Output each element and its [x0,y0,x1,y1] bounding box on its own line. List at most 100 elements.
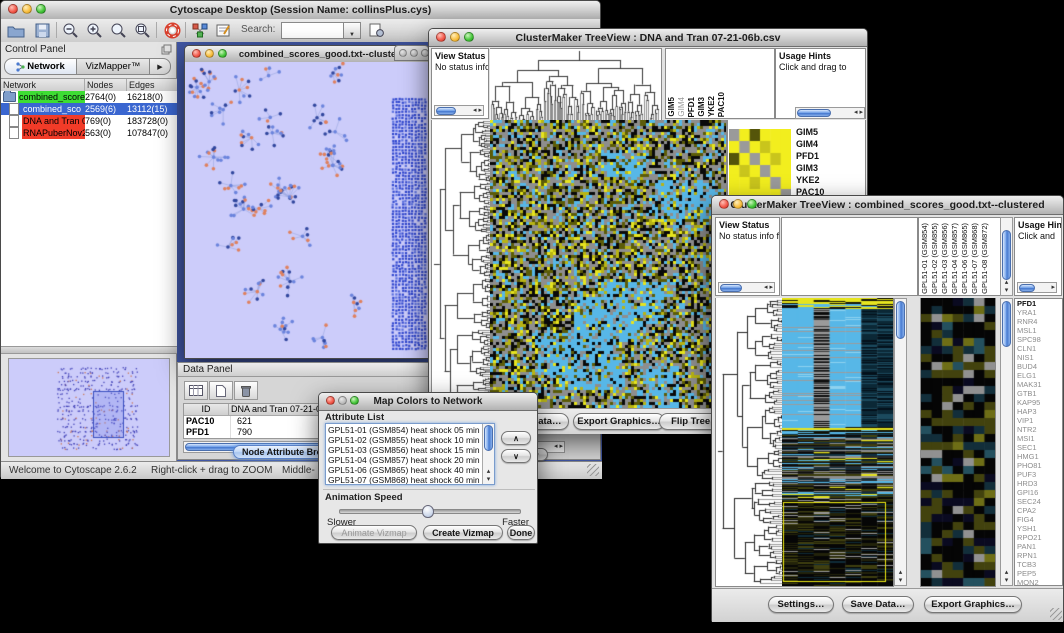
main-titlebar[interactable]: Cytoscape Desktop (Session Name: collins… [1,1,600,20]
zoom-hscrollbar[interactable]: ◂ ▸ [795,107,865,119]
attribute-select-button[interactable] [184,381,208,400]
birdseye-view[interactable] [8,358,170,457]
close-icon[interactable] [326,396,335,405]
row-label[interactable]: YKE2 [796,174,862,186]
gene-list-vscrollbar[interactable]: ▴▾ [1000,298,1013,586]
row-label[interactable]: GIM3 [796,162,862,174]
column-labels-vscrollbar[interactable]: ▴▾ [1000,217,1013,296]
tab-network[interactable]: Network [4,58,77,75]
move-up-button[interactable]: ∧ [501,431,531,445]
create-vizmap-button[interactable]: Create Vizmap [423,525,503,540]
gene-label[interactable]: MON2 [1017,578,1062,586]
gene-label[interactable]: KAP95 [1017,398,1062,407]
column-dendrogram[interactable] [490,48,662,121]
attribute-list-item[interactable]: GPL51-04 (GSM857) heat shock 20 min [328,455,492,465]
scrollbar-thumb[interactable] [484,425,493,451]
gene-label[interactable]: GPI16 [1017,488,1062,497]
close-icon[interactable] [192,49,201,58]
gene-label[interactable]: FIG4 [1017,515,1062,524]
gene-label[interactable]: VIP1 [1017,416,1062,425]
network-canvas[interactable] [185,62,428,358]
gene-label[interactable]: HMG1 [1017,452,1062,461]
column-header-edges[interactable]: Edges [127,79,177,91]
tab-overflow-button[interactable]: ▶ [149,58,171,75]
gene-label[interactable]: NTR2 [1017,425,1062,434]
column-label[interactable]: GIM5 [667,97,676,117]
scroll-down-icon[interactable]: ▾ [899,577,903,584]
column-label[interactable]: GIM3 [697,97,706,117]
column-header-network[interactable]: Network [1,79,85,91]
main-heatmap[interactable] [490,120,727,409]
minimize-icon[interactable] [338,396,347,405]
gene-label[interactable]: PUF3 [1017,470,1062,479]
scrollbar-thumb[interactable] [1019,284,1035,292]
view-status-hscrollbar[interactable]: ◂ ▸ [718,282,775,293]
zoom-out-button[interactable] [59,21,81,40]
usage-hints-hscrollbar[interactable]: ▸ [1017,282,1057,293]
scroll-right-icon[interactable]: ▸ [768,283,774,293]
move-down-button[interactable]: ∨ [501,449,531,463]
export-graphics-button[interactable]: Export Graphics… [924,596,1022,613]
gene-label[interactable]: PHO81 [1017,461,1062,470]
column-label[interactable]: YKE2 [707,96,716,117]
search-input[interactable] [281,22,345,39]
network-table-row[interactable]: DNA and Tran 07 769(0) 183728(0) [1,115,177,127]
treeview1-titlebar[interactable]: ClusterMaker TreeView : DNA and Tran 07-… [429,29,867,47]
close-icon[interactable] [8,4,18,14]
gene-label[interactable]: CLN1 [1017,344,1062,353]
scrollbar-thumb[interactable] [1002,230,1011,280]
delete-attribute-button[interactable] [234,381,258,400]
column-label[interactable]: GPL51-08 (GSM872) [980,223,989,294]
resize-grip[interactable] [587,464,599,476]
gene-label[interactable]: GTB1 [1017,389,1062,398]
datapanel-id-header[interactable]: ID [184,404,229,415]
dialog-titlebar[interactable]: Map Colors to Network [319,393,537,411]
save-data-button[interactable]: Save Data… [842,596,914,613]
gene-label[interactable]: HRD3 [1017,479,1062,488]
attribute-list-item[interactable]: GPL51-02 (GSM855) heat shock 10 min [328,435,492,445]
search-dropdown-button[interactable]: ▼ [343,22,361,39]
network-table-row[interactable]: RNAPuberNov2+! 563(0) 107847(0) [1,127,177,139]
network-view-titlebar[interactable]: combined_scores_good.txt--cluste... [185,46,428,63]
column-label[interactable]: PFD1 [687,97,696,117]
gene-label[interactable]: RPO21 [1017,533,1062,542]
network-table-row[interactable]: combined_scores_ 2764(0) 16218(0) [1,91,177,103]
gene-label[interactable]: PAN1 [1017,542,1062,551]
column-label[interactable]: GPL51-07 (GSM868) [970,223,979,294]
help-button[interactable] [161,21,183,40]
gene-label[interactable]: BUD4 [1017,362,1062,371]
gene-label[interactable]: RNR4 [1017,317,1062,326]
gene-label[interactable]: PFD1 [1017,299,1062,308]
scroll-up-icon[interactable]: ▴ [1005,569,1009,576]
animate-vizmap-button[interactable]: Animate Vizmap [331,525,417,540]
zoom-heatmap[interactable] [729,129,791,201]
gene-label[interactable]: YSH1 [1017,524,1062,533]
row-label[interactable]: GIM5 [796,126,862,138]
gene-label[interactable]: CPA2 [1017,506,1062,515]
new-attribute-button[interactable] [209,381,233,400]
row-dendrogram[interactable] [715,298,783,587]
scrollbar-thumb[interactable] [436,107,456,115]
network-table-row[interactable]: combined_sco 2569(6) 13112(15) [1,103,177,115]
row-label[interactable]: GIM4 [796,138,862,150]
scroll-right-icon[interactable]: ▸ [558,442,564,452]
close-icon[interactable] [399,49,407,57]
tab-vizmapper[interactable]: VizMapper™ [76,58,150,75]
settings-button[interactable]: Settings… [768,596,834,613]
column-header-nodes[interactable]: Nodes [85,79,127,91]
minimize-icon[interactable] [205,49,214,58]
column-label[interactable]: GPL51-02 (GSM855) [930,223,939,294]
attribute-list-item[interactable]: GPL51-01 (GSM854) heat shock 05 min [328,425,492,435]
attribute-list-item[interactable]: GPL51-06 (GSM865) heat shock 40 min [328,465,492,475]
global-vscrollbar[interactable]: ▴▾ [894,298,907,586]
scrollbar-thumb[interactable] [797,109,831,117]
column-label[interactable]: GPL51-01 (GSM854) [920,223,929,294]
search-config-button[interactable] [365,21,387,40]
speed-slider-thumb[interactable] [422,505,434,518]
gene-label[interactable]: MSL1 [1017,326,1062,335]
attribute-list-vscrollbar[interactable]: ▴▾ [482,424,494,484]
scroll-right-icon[interactable]: ▸ [477,106,483,116]
gene-label[interactable]: SEC24 [1017,497,1062,506]
zoom-fit-button[interactable] [131,21,153,40]
gene-label[interactable]: SPC98 [1017,335,1062,344]
